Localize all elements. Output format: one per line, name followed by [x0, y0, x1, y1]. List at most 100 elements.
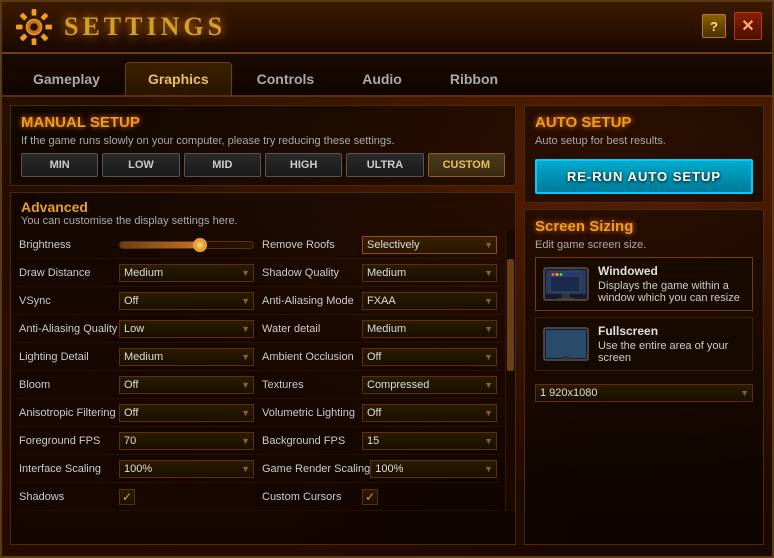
shadows-label: Shadows: [19, 491, 119, 503]
bg-fps-select[interactable]: 153060: [362, 432, 497, 450]
render-scaling-select[interactable]: 100%75%125%: [370, 460, 497, 478]
lighting-detail-select[interactable]: MediumLowHigh: [119, 348, 254, 366]
fullscreen-option[interactable]: Fullscreen Use the entire area of your s…: [535, 317, 753, 371]
volumetric-lighting-label: Volumetric Lighting: [262, 407, 362, 419]
resolution-select[interactable]: 1 920x1080 1280x720 1600x900 2560x1440: [535, 384, 753, 402]
resolution-row: 1 920x1080 1280x720 1600x900 2560x1440: [535, 383, 753, 402]
fg-fps-select[interactable]: 703060120: [119, 432, 254, 450]
vsync-select[interactable]: OffOn: [119, 292, 254, 310]
auto-setup-title: AUTO SETUP: [535, 114, 753, 131]
preset-custom[interactable]: CUSTOM: [428, 153, 505, 177]
left-panel: MANUAL SETUP If the game runs slowly on …: [10, 105, 516, 545]
advanced-section: Advanced You can customise the display s…: [10, 192, 516, 545]
gear-icon: [14, 7, 54, 47]
shadow-quality-select[interactable]: MediumLowHigh: [362, 264, 497, 282]
brightness-label: Brightness: [19, 239, 119, 251]
custom-cursors-label: Custom Cursors: [262, 491, 362, 503]
settings-window: SETTINGS ? ✕ Gameplay Graphics Controls …: [0, 0, 774, 558]
bloom-select[interactable]: OffOn: [119, 376, 254, 394]
anisotropic-label: Anisotropic Filtering: [19, 407, 119, 419]
setting-bloom: Bloom OffOn: [15, 371, 258, 399]
rerun-auto-setup-button[interactable]: RE-RUN AUTO SETUP: [535, 159, 753, 194]
fullscreen-desc: Use the entire area of your screen: [598, 340, 746, 364]
volumetric-lighting-select[interactable]: OffLowMediumHigh: [362, 404, 497, 422]
windowed-title: Windowed: [598, 264, 746, 278]
textures-select[interactable]: CompressedNormalHigh: [362, 376, 497, 394]
setting-shadow-quality: Shadow Quality MediumLowHigh: [258, 259, 501, 287]
setting-remove-roofs: Remove Roofs SelectivelyOffAlways: [258, 231, 501, 259]
aa-mode-label: Anti-Aliasing Mode: [262, 295, 362, 307]
settings-scrollbar[interactable]: [505, 231, 515, 511]
auto-setup-section: AUTO SETUP Auto setup for best results. …: [524, 105, 764, 203]
screen-options: Windowed Displays the game within a wind…: [535, 257, 753, 402]
setting-aa-quality: Anti-Aliasing Quality LowOffMediumHigh: [15, 315, 258, 343]
tab-ribbon[interactable]: Ribbon: [427, 62, 521, 95]
setting-interface-scaling: Interface Scaling 100%75%125%: [15, 455, 258, 483]
tab-bar: Gameplay Graphics Controls Audio Ribbon: [2, 54, 772, 97]
bloom-label: Bloom: [19, 379, 119, 391]
windowed-option[interactable]: Windowed Displays the game within a wind…: [535, 257, 753, 311]
anisotropic-select[interactable]: OffLowMediumHigh: [119, 404, 254, 422]
setting-volumetric-lighting: Volumetric Lighting OffLowMediumHigh: [258, 399, 501, 427]
setting-ambient-occlusion: Ambient Occlusion OffOn: [258, 343, 501, 371]
preset-mid[interactable]: MID: [184, 153, 261, 177]
settings-grid: Brightness Remove Roofs: [11, 231, 505, 511]
interface-scaling-select[interactable]: 100%75%125%: [119, 460, 254, 478]
advanced-header: Advanced You can customise the display s…: [11, 193, 515, 231]
setting-shadows: Shadows: [15, 483, 258, 511]
manual-setup-title: MANUAL SETUP: [21, 114, 505, 131]
shadows-checkbox[interactable]: [119, 489, 135, 505]
setting-brightness: Brightness: [15, 231, 258, 259]
auto-setup-desc: Auto setup for best results.: [535, 135, 753, 147]
fullscreen-text: Fullscreen Use the entire area of your s…: [598, 324, 746, 364]
fg-fps-label: Foreground FPS: [19, 435, 119, 447]
setting-vsync: VSync OffOn: [15, 287, 258, 315]
aa-quality-label: Anti-Aliasing Quality: [19, 323, 119, 335]
screen-sizing-desc: Edit game screen size.: [535, 239, 753, 251]
vsync-label: VSync: [19, 295, 119, 307]
remove-roofs-select[interactable]: SelectivelyOffAlways: [362, 236, 497, 254]
aa-mode-select[interactable]: FXAAOffMSAA: [362, 292, 497, 310]
windowed-text: Windowed Displays the game within a wind…: [598, 264, 746, 304]
fullscreen-icon: [542, 326, 590, 362]
setting-lighting-detail: Lighting Detail MediumLowHigh: [15, 343, 258, 371]
windowed-icon: [542, 266, 590, 302]
bg-fps-label: Background FPS: [262, 435, 362, 447]
water-detail-select[interactable]: MediumLowHigh: [362, 320, 497, 338]
preset-high[interactable]: HIGH: [265, 153, 342, 177]
setting-textures: Textures CompressedNormalHigh: [258, 371, 501, 399]
tab-controls[interactable]: Controls: [234, 62, 338, 95]
main-content: MANUAL SETUP If the game runs slowly on …: [2, 97, 772, 553]
setting-fg-fps: Foreground FPS 703060120: [15, 427, 258, 455]
ambient-occlusion-select[interactable]: OffOn: [362, 348, 497, 366]
tab-graphics[interactable]: Graphics: [125, 62, 232, 95]
brightness-slider[interactable]: [119, 241, 254, 249]
tab-gameplay[interactable]: Gameplay: [10, 62, 123, 95]
window-title: SETTINGS: [64, 12, 226, 42]
advanced-desc: You can customise the display settings h…: [21, 215, 505, 227]
brightness-control: [119, 241, 254, 249]
textures-label: Textures: [262, 379, 362, 391]
draw-distance-control: MediumLowHigh: [119, 263, 254, 282]
right-panel: AUTO SETUP Auto setup for best results. …: [524, 105, 764, 545]
custom-cursors-checkbox[interactable]: [362, 489, 378, 505]
draw-distance-select[interactable]: MediumLowHigh: [119, 264, 254, 282]
render-scaling-label: Game Render Scaling: [262, 463, 370, 475]
preset-min[interactable]: MIN: [21, 153, 98, 177]
windowed-desc: Displays the game within a window which …: [598, 280, 746, 304]
tab-audio[interactable]: Audio: [339, 62, 425, 95]
preset-low[interactable]: LOW: [102, 153, 179, 177]
setting-custom-cursors: Custom Cursors: [258, 483, 501, 511]
advanced-title: Advanced: [21, 199, 505, 215]
setting-anisotropic: Anisotropic Filtering OffLowMediumHigh: [15, 399, 258, 427]
water-detail-label: Water detail: [262, 323, 362, 335]
preset-ultra[interactable]: ULTRA: [346, 153, 423, 177]
info-button[interactable]: ?: [702, 14, 726, 38]
screen-sizing-title: Screen Sizing: [535, 218, 753, 235]
aa-quality-select[interactable]: LowOffMediumHigh: [119, 320, 254, 338]
setting-water-detail: Water detail MediumLowHigh: [258, 315, 501, 343]
shadow-quality-label: Shadow Quality: [262, 267, 362, 279]
remove-roofs-label: Remove Roofs: [262, 239, 362, 251]
close-button[interactable]: ✕: [734, 12, 762, 40]
preset-buttons: MIN LOW MID HIGH ULTRA CUSTOM: [21, 153, 505, 177]
